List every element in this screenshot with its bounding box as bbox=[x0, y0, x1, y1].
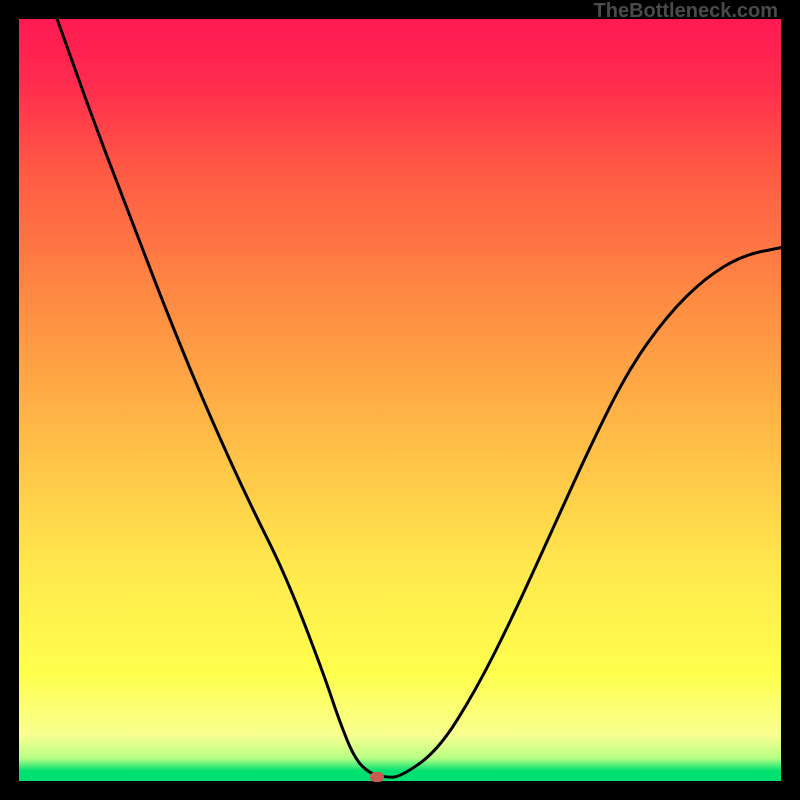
watermark-text: TheBottleneck.com bbox=[594, 0, 778, 23]
bottleneck-curve bbox=[57, 19, 781, 777]
optimum-marker bbox=[370, 772, 384, 782]
chart-stage: TheBottleneck.com bbox=[0, 0, 800, 800]
curve-layer bbox=[19, 19, 781, 781]
